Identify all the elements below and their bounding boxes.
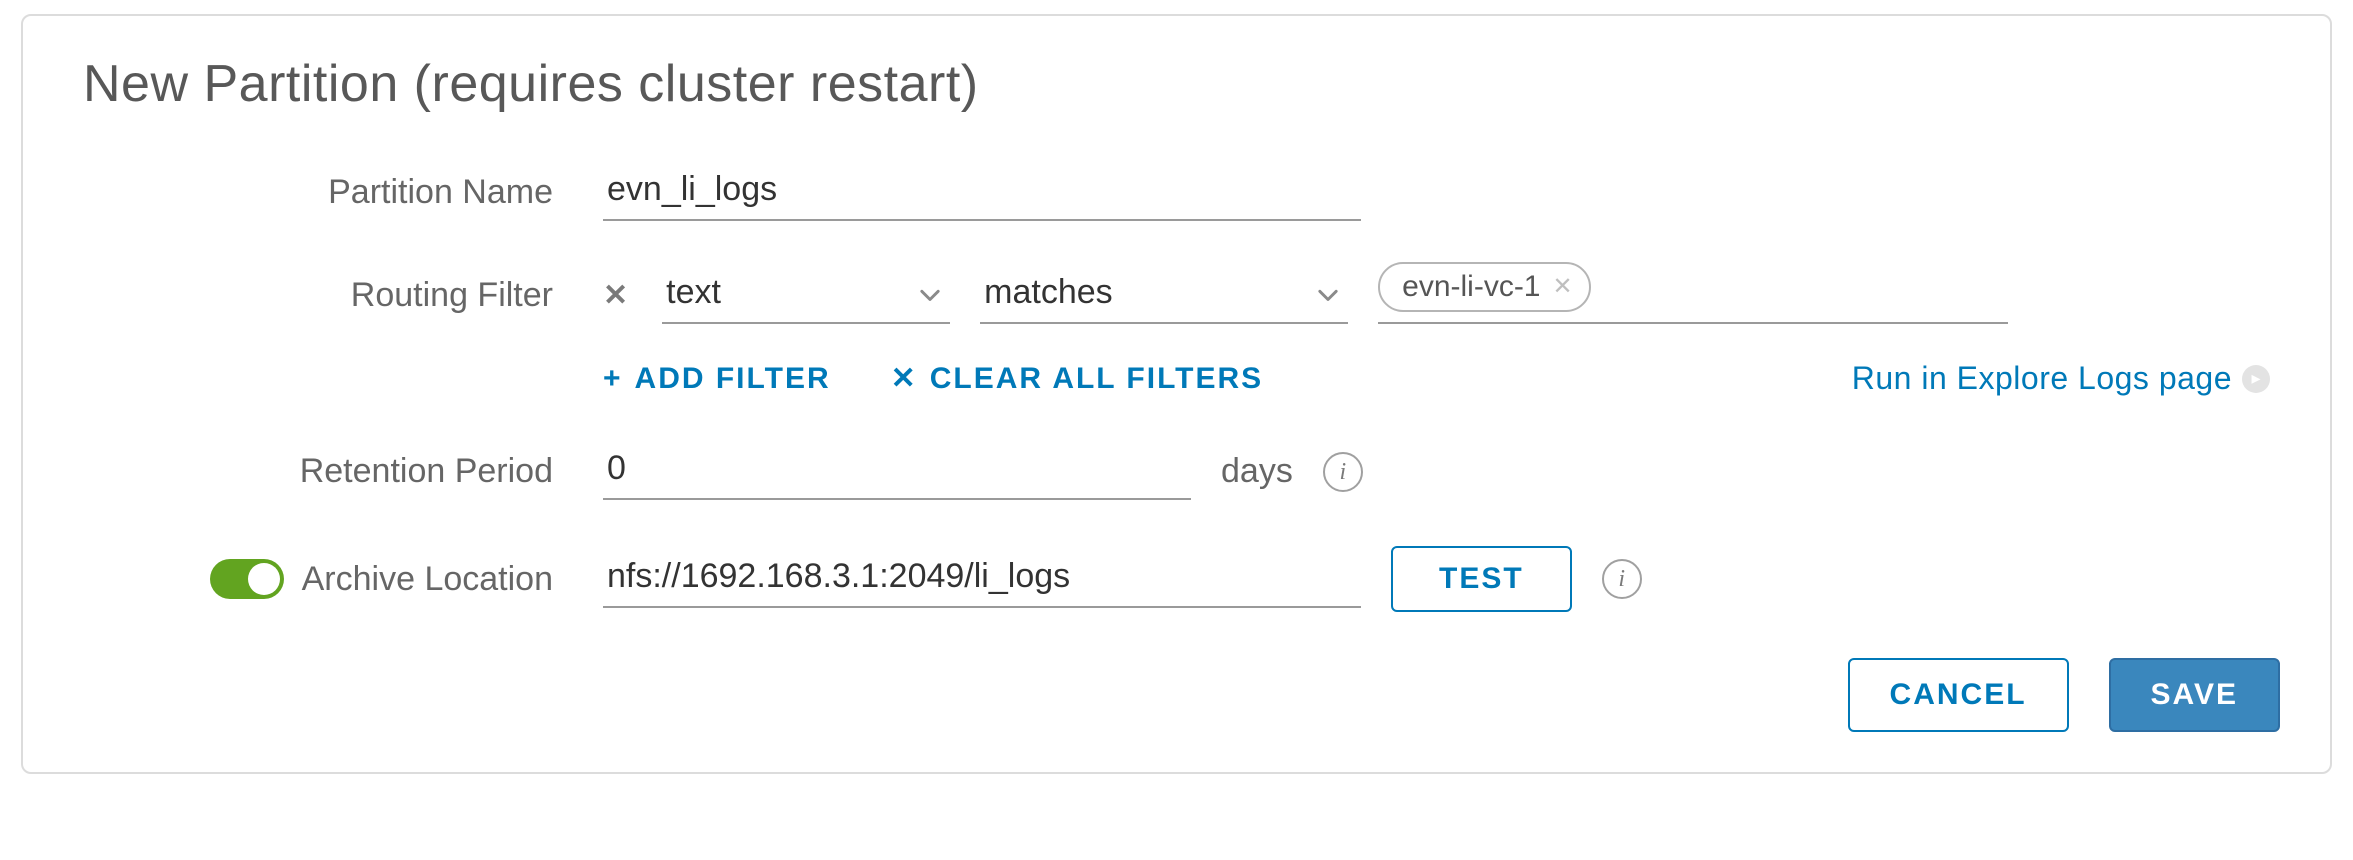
filter-value-tag-label: evn-li-vc-1 bbox=[1402, 270, 1540, 304]
archive-location-input[interactable] bbox=[603, 551, 1361, 608]
row-archive-location: Archive Location TEST i bbox=[83, 546, 2290, 612]
label-retention-period: Retention Period bbox=[83, 452, 603, 491]
clear-all-filters-label: CLEAR ALL FILTERS bbox=[930, 362, 1263, 396]
new-partition-panel: New Partition (requires cluster restart)… bbox=[21, 14, 2332, 774]
label-routing-filter: Routing Filter bbox=[83, 276, 603, 315]
clear-all-filters-button[interactable]: ✕ CLEAR ALL FILTERS bbox=[891, 361, 1264, 396]
panel-title: New Partition (requires cluster restart) bbox=[83, 54, 2290, 114]
retention-period-input[interactable] bbox=[603, 443, 1191, 500]
row-routing-filter: Routing Filter ✕ evn-li-vc-1 ✕ bbox=[83, 267, 2290, 324]
filter-value-tag[interactable]: evn-li-vc-1 ✕ bbox=[1378, 262, 1590, 312]
add-filter-label: ADD FILTER bbox=[635, 362, 831, 396]
info-icon[interactable]: i bbox=[1602, 559, 1642, 599]
filter-actions-row: + ADD FILTER ✕ CLEAR ALL FILTERS Run in … bbox=[603, 360, 2290, 397]
label-partition-name: Partition Name bbox=[83, 173, 603, 212]
footer-actions: CANCEL SAVE bbox=[83, 658, 2290, 732]
run-in-explore-logs-link[interactable]: Run in Explore Logs page bbox=[1852, 360, 2232, 397]
archive-enable-toggle[interactable] bbox=[210, 559, 284, 599]
row-partition-name: Partition Name bbox=[83, 164, 2290, 221]
filter-field-select[interactable] bbox=[662, 267, 950, 324]
partition-name-input[interactable] bbox=[603, 164, 1361, 221]
close-icon: ✕ bbox=[891, 361, 918, 396]
save-button[interactable]: SAVE bbox=[2109, 658, 2280, 732]
plus-icon: + bbox=[603, 362, 623, 396]
add-filter-button[interactable]: + ADD FILTER bbox=[603, 362, 831, 396]
filter-operator-select[interactable] bbox=[980, 267, 1348, 324]
arrow-right-circle-icon: ▸ bbox=[2242, 365, 2270, 393]
filter-value-field[interactable]: evn-li-vc-1 ✕ bbox=[1378, 268, 2008, 324]
test-button[interactable]: TEST bbox=[1391, 546, 1572, 612]
tag-remove-icon[interactable]: ✕ bbox=[1553, 275, 1573, 299]
row-retention-period: Retention Period days i bbox=[83, 443, 2290, 500]
label-archive-location: Archive Location bbox=[302, 560, 553, 599]
info-icon[interactable]: i bbox=[1323, 452, 1363, 492]
remove-filter-icon[interactable]: ✕ bbox=[603, 278, 632, 313]
retention-unit-label: days bbox=[1221, 452, 1293, 491]
cancel-button[interactable]: CANCEL bbox=[1848, 658, 2069, 732]
